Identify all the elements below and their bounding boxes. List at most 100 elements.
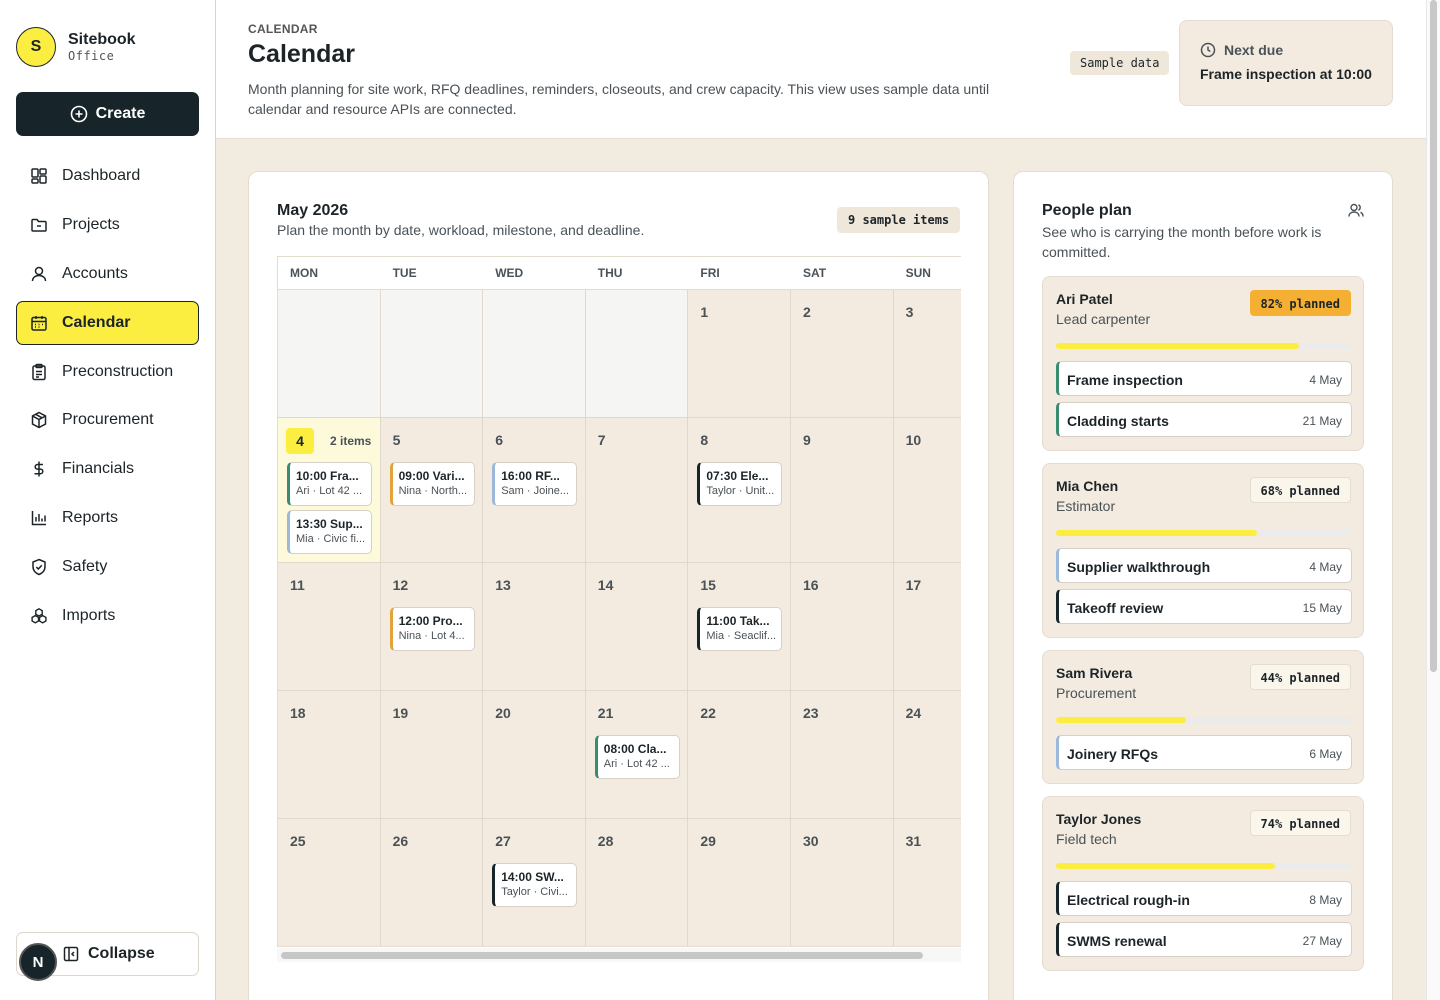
task-date: 4 May [1309, 373, 1342, 387]
sidebar-item-calendar[interactable]: Calendar [16, 300, 199, 345]
calendar-event[interactable]: 13:30 Sup... Mia · Civic fi... [287, 510, 372, 554]
day-number: 22 [700, 705, 716, 721]
user-icon [31, 266, 47, 281]
day-number: 31 [905, 833, 922, 849]
sidebar-item-label: Financials [62, 460, 135, 478]
chart-icon [31, 511, 46, 526]
sidebar-item-dashboard[interactable]: Dashboard [16, 154, 199, 198]
calendar-day[interactable]: 6 16:00 RF... Sam · Joine... [483, 418, 586, 562]
calendar-day[interactable]: 10 [893, 418, 961, 562]
calendar-day[interactable]: 24 [893, 691, 961, 818]
next-due-label: Next due [1224, 42, 1284, 58]
event-title: 08:00 Cla... [603, 742, 667, 756]
horizontal-scrollbar[interactable] [277, 948, 961, 962]
sidebar-item-procurement[interactable]: Procurement [16, 398, 199, 442]
person-card[interactable]: Mia Chen Estimator 68% planned Supplier … [1042, 463, 1364, 638]
person-task[interactable]: Electrical rough-in 8 May [1056, 881, 1352, 916]
sidebar-item-label: Preconstruction [62, 362, 174, 380]
weekday-label: MON [290, 266, 318, 280]
calendar-day[interactable]: 18 [278, 691, 381, 818]
calendar-event[interactable]: 12:00 Pro... Nina · Lot 4... [389, 607, 475, 651]
calendar-day[interactable]: 26 [380, 819, 484, 946]
vertical-scrollbar[interactable] [1426, 0, 1440, 1000]
calendar-day[interactable]: 25 [278, 819, 381, 946]
sidebar-item-label: Imports [62, 607, 116, 625]
calendar-event[interactable]: 16:00 RF... Sam · Joine... [492, 462, 578, 506]
calendar-day[interactable]: 21 08:00 Cla... Ari · Lot 42 ... [585, 691, 689, 818]
day-number: 21 [597, 705, 614, 721]
calendar-day[interactable]: 5 09:00 Vari... Nina · North... [380, 418, 484, 562]
calendar-day[interactable]: 14 [585, 563, 689, 690]
person-task[interactable]: SWMS renewal 27 May [1056, 922, 1352, 957]
calendar-day[interactable]: 31 [893, 819, 961, 946]
day-number: 5 [392, 432, 401, 448]
calendar-day[interactable]: 15 11:00 Tak... Mia · Seaclif... [688, 563, 791, 690]
calendar-day[interactable]: 1 [688, 290, 791, 417]
person-task[interactable]: Supplier walkthrough 4 May [1056, 548, 1352, 583]
calendar-day[interactable]: 13 [483, 563, 586, 690]
sidebar: S Sitebook Office Create Dashboard Proje… [0, 0, 216, 1000]
calendar-day[interactable]: 9 [790, 418, 894, 562]
calendar-day[interactable]: 23 [790, 691, 894, 818]
brand[interactable]: S Sitebook Office [16, 27, 136, 67]
calendar-day[interactable]: 27 14:00 SW... Taylor · Civi... [483, 819, 586, 946]
scrollbar-thumb[interactable] [1430, 0, 1437, 672]
person-task[interactable]: Takeoff review 15 May [1056, 589, 1352, 624]
calendar-day[interactable]: 3 [893, 290, 961, 417]
calendar-day[interactable]: 11 [278, 563, 381, 690]
sidebar-item-preconstruction[interactable]: Preconstruction [16, 350, 199, 394]
person-name: Ari Patel [1056, 291, 1113, 307]
people-plan-title: People plan [1042, 202, 1132, 219]
person-task[interactable]: Cladding starts 21 May [1056, 402, 1352, 437]
capacity-fill [1056, 717, 1187, 723]
users-icon[interactable] [1348, 202, 1364, 218]
calendar-grid: MON TUE WED THU FRI SAT SUN 1 2 3 4 2 it… [277, 256, 961, 947]
calendar-event[interactable]: 10:00 Fra... Ari · Lot 42 ... [287, 462, 372, 506]
calendar-day[interactable]: 12 12:00 Pro... Nina · Lot 4... [380, 563, 484, 690]
calendar-day[interactable]: 28 [585, 819, 689, 946]
calendar-day[interactable]: 19 [380, 691, 484, 818]
sidebar-item-reports[interactable]: Reports [16, 496, 199, 540]
calendar-day[interactable]: 8 07:30 Ele... Taylor · Unit... [688, 418, 791, 562]
capacity-bar [1056, 717, 1352, 723]
calendar-day[interactable]: 16 [790, 563, 894, 690]
calendar-day[interactable]: 20 [483, 691, 586, 818]
avatar[interactable]: N [19, 943, 57, 981]
calendar-day[interactable]: 29 [688, 819, 791, 946]
next-due-card: Next due Frame inspection at 10:00 [1179, 20, 1393, 106]
page-eyebrow: CALENDAR [248, 22, 318, 36]
person-card[interactable]: Sam Rivera Procurement 44% planned Joine… [1042, 650, 1364, 784]
calendar-event[interactable]: 07:30 Ele... Taylor · Unit... [697, 462, 783, 506]
capacity-fill [1056, 530, 1258, 536]
calendar-week: 18 19 20 21 08:00 Cla... Ari · Lot 42 ..… [278, 691, 961, 819]
calendar-day-today[interactable]: 4 2 items 10:00 Fra... Ari · Lot 42 ... … [278, 418, 381, 562]
scrollbar-thumb[interactable] [281, 952, 923, 959]
calendar-event[interactable]: 14:00 SW... Taylor · Civi... [492, 863, 578, 907]
calendar-event[interactable]: 08:00 Cla... Ari · Lot 42 ... [594, 735, 680, 779]
calendar-event[interactable]: 09:00 Vari... Nina · North... [389, 462, 475, 506]
sidebar-item-safety[interactable]: Safety [16, 545, 199, 589]
person-card[interactable]: Taylor Jones Field tech 74% planned Elec… [1042, 796, 1364, 971]
calendar-day[interactable]: 30 [790, 819, 894, 946]
person-task[interactable]: Frame inspection 4 May [1056, 361, 1352, 396]
person-task[interactable]: Joinery RFQs 6 May [1056, 735, 1352, 770]
day-number: 28 [597, 833, 614, 849]
sidebar-item-imports[interactable]: Imports [16, 594, 199, 638]
calendar-day[interactable]: 17 [893, 563, 961, 690]
sidebar-item-accounts[interactable]: Accounts [16, 252, 199, 296]
calendar-event[interactable]: 11:00 Tak... Mia · Seaclif... [697, 607, 783, 651]
brand-name: Sitebook [68, 31, 136, 48]
task-name: Frame inspection [1067, 372, 1183, 388]
calendar-day[interactable]: 7 [585, 418, 689, 562]
sample-items-badge: 9 sample items [837, 207, 961, 233]
sidebar-item-projects[interactable]: Projects [16, 203, 199, 247]
weekday-header: MON TUE WED THU FRI SAT SUN [278, 257, 961, 290]
day-number: 26 [392, 833, 409, 849]
calendar-day[interactable]: 2 [790, 290, 894, 417]
person-card[interactable]: Ari Patel Lead carpenter 82% planned Fra… [1042, 276, 1364, 451]
sidebar-item-financials[interactable]: Financials [16, 447, 199, 491]
person-role: Field tech [1056, 831, 1117, 847]
task-name: Takeoff review [1067, 600, 1164, 616]
calendar-day[interactable]: 22 [688, 691, 791, 818]
create-button[interactable]: Create [16, 92, 199, 136]
